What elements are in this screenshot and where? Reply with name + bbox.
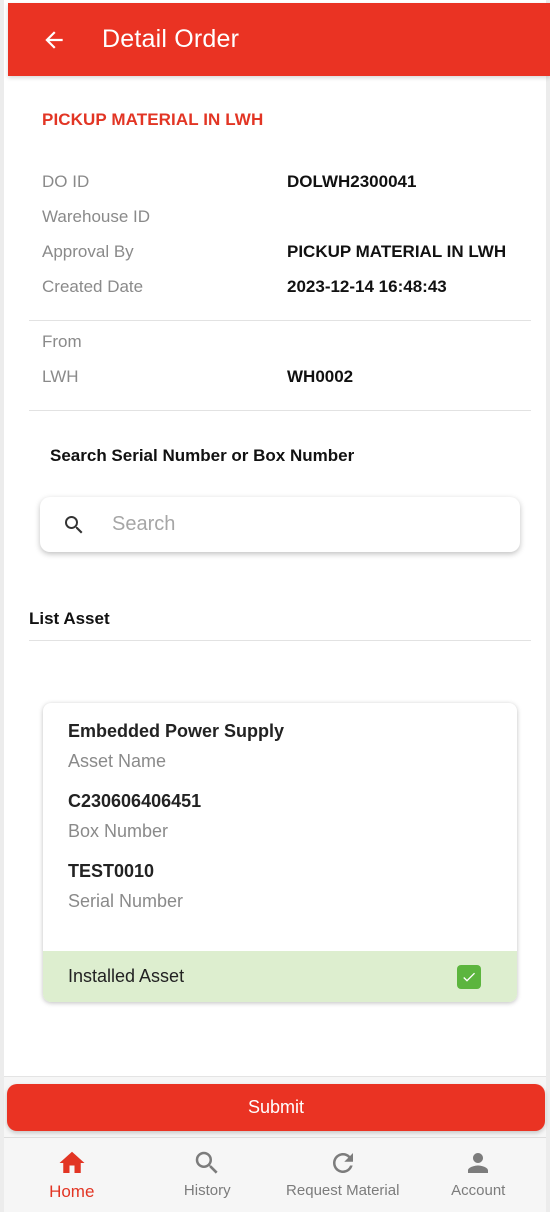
arrow-back-icon bbox=[45, 30, 63, 49]
box-number-value: C230606406451 bbox=[68, 791, 202, 811]
search-label: Search Serial Number or Box Number bbox=[50, 446, 355, 465]
nav-label: Account bbox=[451, 1182, 506, 1199]
bottom-area: Submit Home History Request Material Acc… bbox=[4, 1076, 546, 1212]
field-label: Warehouse ID bbox=[42, 207, 151, 226]
installed-checkbox[interactable] bbox=[457, 964, 481, 989]
search-box[interactable] bbox=[40, 497, 520, 552]
bottom-nav: Home History Request Material Account bbox=[4, 1137, 546, 1212]
divider bbox=[29, 320, 531, 321]
nav-label: Request Material bbox=[286, 1182, 400, 1199]
submit-button[interactable]: Submit bbox=[7, 1084, 545, 1131]
field-value: 2023-12-14 16:48:43 bbox=[287, 277, 447, 296]
asset-name-value: Embedded Power Supply bbox=[68, 721, 285, 741]
box-number-label: Box Number bbox=[68, 821, 169, 841]
refresh-icon bbox=[332, 1153, 353, 1173]
home-icon bbox=[59, 1151, 85, 1173]
nav-item-request-material[interactable]: Request Material bbox=[275, 1138, 411, 1212]
list-asset-title: List Asset bbox=[29, 609, 110, 628]
field-value: PICKUP MATERIAL IN LWH bbox=[287, 242, 507, 261]
nav-item-home[interactable]: Home bbox=[4, 1138, 140, 1212]
divider bbox=[29, 410, 531, 411]
asset-card[interactable]: Embedded Power Supply Asset Name C230606… bbox=[43, 703, 517, 1002]
search-icon bbox=[196, 1151, 218, 1174]
page-title: Detail Order bbox=[102, 25, 240, 53]
person-icon bbox=[468, 1153, 489, 1173]
field-value: WH0002 bbox=[287, 367, 354, 386]
field-label: LWH bbox=[42, 367, 79, 386]
nav-item-account[interactable]: Account bbox=[411, 1138, 547, 1212]
nav-label: History bbox=[183, 1182, 231, 1199]
check-icon bbox=[463, 972, 475, 982]
installed-asset-label: Installed Asset bbox=[68, 966, 185, 986]
nav-item-history[interactable]: History bbox=[140, 1138, 276, 1212]
divider bbox=[29, 640, 531, 641]
serial-number-value: TEST0010 bbox=[68, 861, 155, 881]
field-label: From bbox=[42, 332, 82, 351]
asset-name-label: Asset Name bbox=[68, 751, 167, 771]
field-label: DO ID bbox=[42, 172, 90, 191]
app-screen: Detail Order PICKUP MATERIAL IN LWH DO I… bbox=[0, 0, 550, 1212]
field-label: Approval By bbox=[42, 242, 134, 261]
app-bar: Detail Order bbox=[8, 3, 550, 76]
installed-asset-row: Installed Asset bbox=[43, 951, 517, 1002]
serial-number-label: Serial Number bbox=[68, 891, 184, 911]
field-label: Created Date bbox=[42, 277, 144, 296]
field-value: DOLWH2300041 bbox=[287, 172, 417, 191]
back-button[interactable] bbox=[34, 20, 74, 60]
nav-label: Home bbox=[49, 1182, 95, 1201]
search-icon bbox=[65, 515, 83, 533]
search-input[interactable] bbox=[112, 513, 492, 536]
order-type-title: PICKUP MATERIAL IN LWH bbox=[42, 110, 264, 129]
